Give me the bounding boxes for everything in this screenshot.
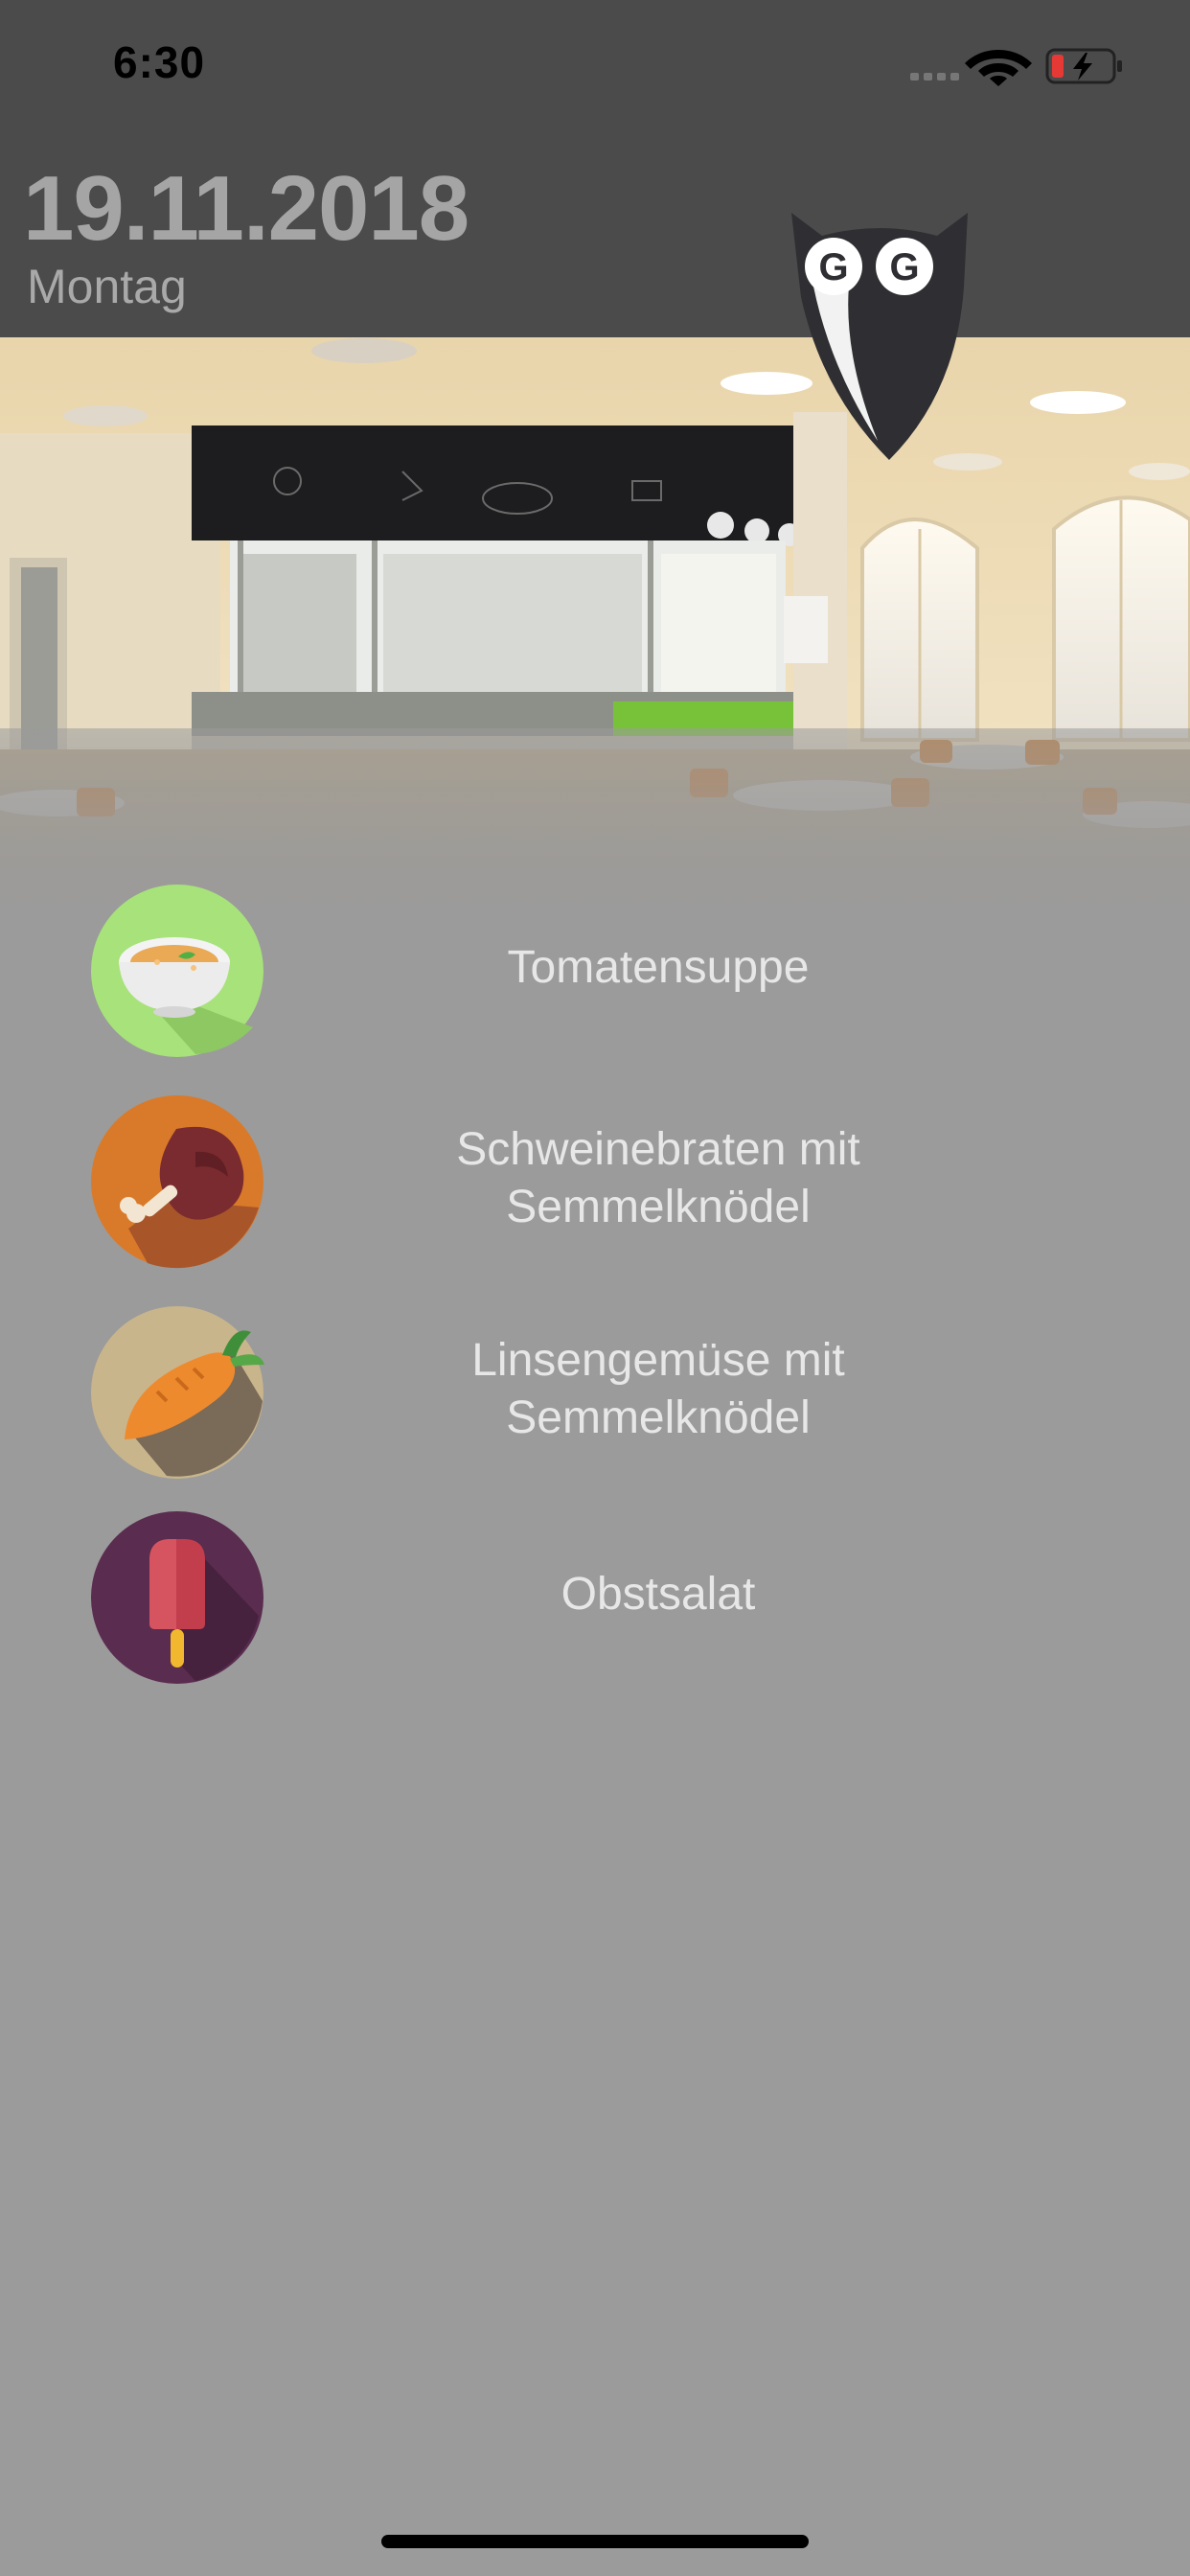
header: 19.11.2018 Montag <box>0 134 1190 337</box>
weekday-label: Montag <box>27 260 187 313</box>
signal-icon <box>910 73 959 80</box>
menu-item[interactable]: Tomatensuppe <box>0 880 1190 1062</box>
menu-item-label: Schweinebraten mit Semmelknödel <box>456 1124 860 1232</box>
menu-item[interactable]: Obstsalat <box>0 1506 1190 1689</box>
carrot-icon <box>91 1306 264 1479</box>
menu-item[interactable]: Schweinebraten mit Semmelknödel <box>0 1091 1190 1273</box>
logo-letter-left: G <box>818 246 848 288</box>
status-icons <box>910 48 1122 86</box>
logo-letter-right: G <box>889 246 919 288</box>
status-time: 6:30 <box>113 37 206 87</box>
soup-icon <box>91 885 263 1057</box>
home-indicator[interactable] <box>381 2535 809 2548</box>
wifi-icon <box>965 50 1032 86</box>
popsicle-icon <box>91 1511 263 1684</box>
school-owl-logo: G G <box>791 213 968 460</box>
date-title: 19.11.2018 <box>23 157 469 260</box>
menu-item-label: Obstsalat <box>561 1569 756 1620</box>
meat-icon <box>91 1095 263 1269</box>
menu-item-label: Tomatensuppe <box>507 942 810 993</box>
battery-charging-icon <box>1045 48 1122 84</box>
menu-item-label: Linsengemüse mit Semmelknödel <box>471 1335 845 1443</box>
menu-item[interactable]: Linsengemüse mit Semmelknödel <box>0 1301 1190 1484</box>
status-bar: 6:30 <box>0 0 1190 134</box>
